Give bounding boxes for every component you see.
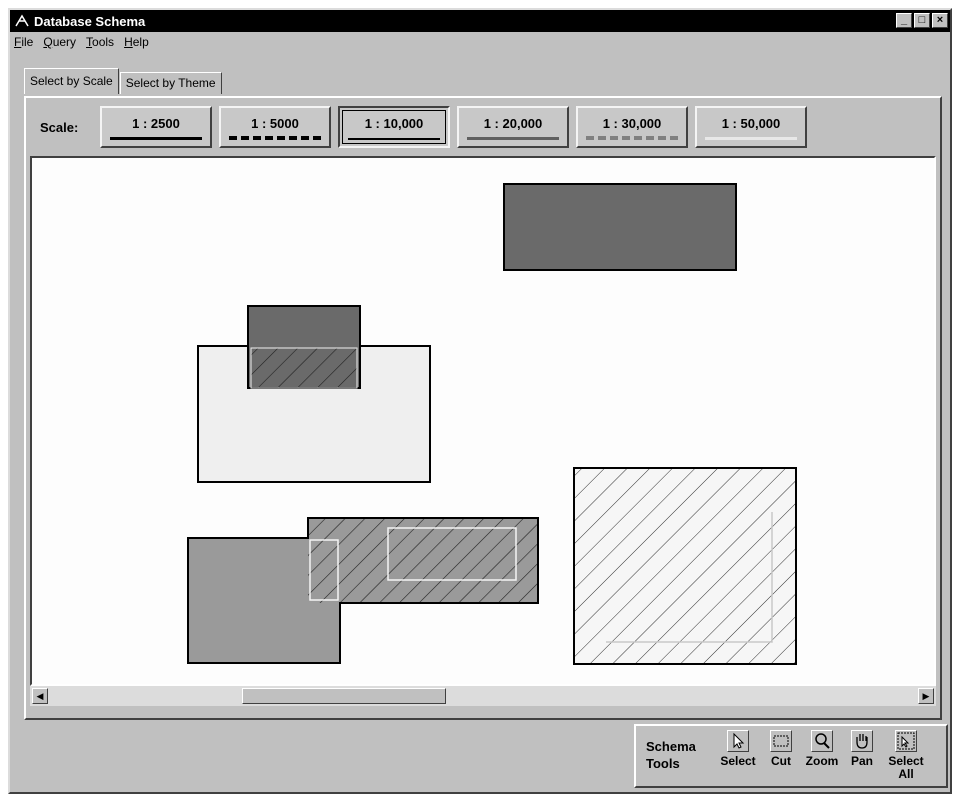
schema-tools-title-line2: Tools <box>646 756 680 771</box>
map-canvas[interactable] <box>30 156 936 686</box>
scale-30000-button[interactable]: 1 : 30,000 <box>576 106 688 148</box>
arrow-pointer-icon <box>727 730 749 752</box>
select-tool-label: Select <box>720 754 756 768</box>
scale-selector: Scale: 1 : 2500 1 : 5000 1 : 10,000 1 : … <box>40 106 814 148</box>
select-all-icon <box>895 730 917 752</box>
menu-file[interactable]: File <box>14 35 33 49</box>
line-style-sample <box>705 137 797 140</box>
window-controls: _ □ × <box>896 13 948 28</box>
line-style-sample <box>467 137 559 140</box>
pan-tool-label: Pan <box>850 754 873 768</box>
schema-tools-title: Schema Tools <box>646 738 706 772</box>
parcel-dark[interactable] <box>503 183 737 271</box>
magnifier-icon <box>811 730 833 752</box>
scale-20000-label: 1 : 20,000 <box>483 116 543 131</box>
scale-5000-button[interactable]: 1 : 5000 <box>219 106 331 148</box>
scale-10000-button[interactable]: 1 : 10,000 <box>338 106 450 148</box>
select-all-tool-button[interactable]: Select All <box>884 730 928 781</box>
scale-2500-button[interactable]: 1 : 2500 <box>100 106 212 148</box>
pan-tool-button[interactable]: Pan <box>846 730 878 768</box>
tab-strip: Select by Scale Select by Theme <box>24 68 223 94</box>
minimize-button[interactable]: _ <box>896 13 912 28</box>
menu-tools[interactable]: Tools <box>86 35 114 49</box>
horizontal-scrollbar[interactable]: ◀ ▶ <box>30 686 936 706</box>
menu-help[interactable]: Help <box>124 35 149 49</box>
left-arrow-icon[interactable]: ◀ <box>32 688 48 704</box>
tab-select-by-theme[interactable]: Select by Theme <box>119 72 222 94</box>
scale-10000-label: 1 : 10,000 <box>364 116 424 131</box>
line-style-sample <box>586 136 678 140</box>
app-window: Database Schema _ □ × File Query Tools H… <box>8 8 952 794</box>
scale-30000-label: 1 : 30,000 <box>602 116 662 131</box>
app-icon <box>15 14 29 27</box>
window-title: Database Schema <box>34 13 146 29</box>
cut-tool-label: Cut <box>771 754 791 768</box>
scale-2500-label: 1 : 2500 <box>132 116 180 131</box>
menu-query[interactable]: Query <box>43 35 76 49</box>
cut-tool-button[interactable]: Cut <box>766 730 796 768</box>
close-button[interactable]: × <box>932 13 948 28</box>
scale-50000-label: 1 : 50,000 <box>721 116 781 131</box>
tab-select-by-scale[interactable]: Select by Scale <box>24 68 119 94</box>
line-style-sample <box>229 136 321 140</box>
scroll-thumb[interactable] <box>242 688 446 704</box>
select-tool-button[interactable]: Select <box>716 730 760 768</box>
scale-5000-label: 1 : 5000 <box>251 116 299 131</box>
scale-20000-button[interactable]: 1 : 20,000 <box>457 106 569 148</box>
hatch-fill <box>575 469 795 663</box>
line-style-sample <box>110 137 202 140</box>
scale-50000-button[interactable]: 1 : 50,000 <box>695 106 807 148</box>
zoom-tool-button[interactable]: Zoom <box>802 730 842 768</box>
zoom-tool-label: Zoom <box>805 754 839 768</box>
hand-icon <box>851 730 873 752</box>
tab-panel: Scale: 1 : 2500 1 : 5000 1 : 10,000 1 : … <box>24 96 942 720</box>
hatched-zone <box>308 518 538 603</box>
menu-bar: File Query Tools Help <box>10 32 950 52</box>
schema-tools-title-line1: Schema <box>646 739 696 754</box>
map-drawing <box>187 183 797 665</box>
maximize-button[interactable]: □ <box>914 13 930 28</box>
select-all-tool-label: Select All <box>888 754 924 781</box>
dashed-rect-icon <box>770 730 792 752</box>
overlap-hatch <box>250 347 358 389</box>
scale-label: Scale: <box>40 119 79 135</box>
right-arrow-icon[interactable]: ▶ <box>918 688 934 704</box>
title-bar: Database Schema _ □ × <box>10 10 950 32</box>
schema-tools-panel: Schema Tools Select Cut Zoom Pan Select … <box>634 724 948 788</box>
line-style-sample <box>348 138 440 140</box>
